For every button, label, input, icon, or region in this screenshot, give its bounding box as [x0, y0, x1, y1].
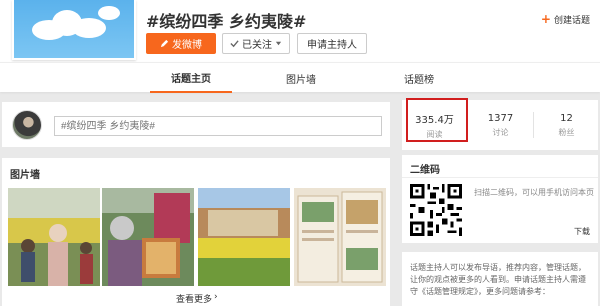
host-description: 话题主持人可以发布导语，推荐内容，管理话题，让你的观点被更多的人看到。申请话题主…: [410, 263, 586, 296]
photo-wall-title: 图片墙: [10, 170, 40, 181]
create-topic-label: 创建话题: [553, 15, 590, 26]
stat-discussions[interactable]: 1377 讨论: [468, 100, 533, 150]
chevron-right-icon: ›: [214, 292, 218, 302]
post-composer: [2, 102, 390, 147]
follow-label: 已关注: [242, 40, 272, 51]
host-info-panel: 话题主持人可以发布导语，推荐内容，管理话题，让你的观点被更多的人看到。申请话题主…: [402, 252, 598, 306]
create-topic-link[interactable]: + 创建话题: [541, 12, 590, 26]
photo-thumbnail[interactable]: [102, 188, 194, 286]
stat-fans-label: 粉丝: [558, 127, 575, 137]
post-input[interactable]: [54, 116, 382, 136]
stat-discussions-value: 1377: [487, 112, 514, 124]
apply-host-button[interactable]: 申请主持人: [297, 33, 367, 54]
caret-down-icon: [275, 41, 282, 46]
photo-thumbnail[interactable]: [198, 188, 290, 286]
cloud-icon: [98, 6, 120, 20]
qr-code-panel: 二维码 扫描二维码，可以用手机访问本页 下载: [402, 155, 598, 243]
stat-fans[interactable]: 12 粉丝: [534, 100, 599, 150]
post-weibo-label: 发微博: [172, 40, 202, 51]
highlight-box: [406, 98, 468, 142]
follow-button[interactable]: 已关注: [222, 33, 290, 54]
tab-topic-home[interactable]: 话题主页: [150, 63, 232, 93]
cloud-icon: [72, 18, 106, 38]
pencil-icon: [160, 39, 169, 48]
qr-download-link[interactable]: 下载: [574, 226, 590, 237]
qr-description: 扫描二维码，可以用手机访问本页: [474, 188, 594, 197]
see-more-label: 查看更多: [176, 295, 213, 305]
topic-cover-image: [12, 0, 136, 60]
photo-thumbnail[interactable]: [294, 188, 386, 286]
tab-topic-ranking[interactable]: 话题榜: [394, 63, 444, 93]
photo-wall-panel: 图片墙 查看更多 ›: [2, 158, 390, 306]
stat-discussions-label: 讨论: [492, 127, 509, 137]
divider: [402, 177, 598, 178]
stat-fans-value: 12: [560, 112, 573, 124]
photo-thumbnail[interactable]: [8, 188, 100, 286]
qr-code-icon: [406, 181, 466, 239]
plus-icon: +: [540, 12, 551, 26]
check-icon: [230, 40, 239, 48]
avatar[interactable]: [12, 110, 42, 140]
post-weibo-button[interactable]: 发微博: [146, 33, 216, 54]
topic-tabs: 话题主页 图片墙 话题榜: [0, 62, 600, 93]
qr-title: 二维码: [410, 165, 440, 176]
topic-title: #缤纷四季 乡约夷陵#: [146, 12, 307, 31]
see-more-link[interactable]: 查看更多 ›: [176, 292, 218, 305]
tab-photo-wall[interactable]: 图片墙: [276, 63, 326, 93]
topic-header: #缤纷四季 乡约夷陵# 发微博 已关注 申请主持人 + 创建话题: [0, 0, 600, 62]
